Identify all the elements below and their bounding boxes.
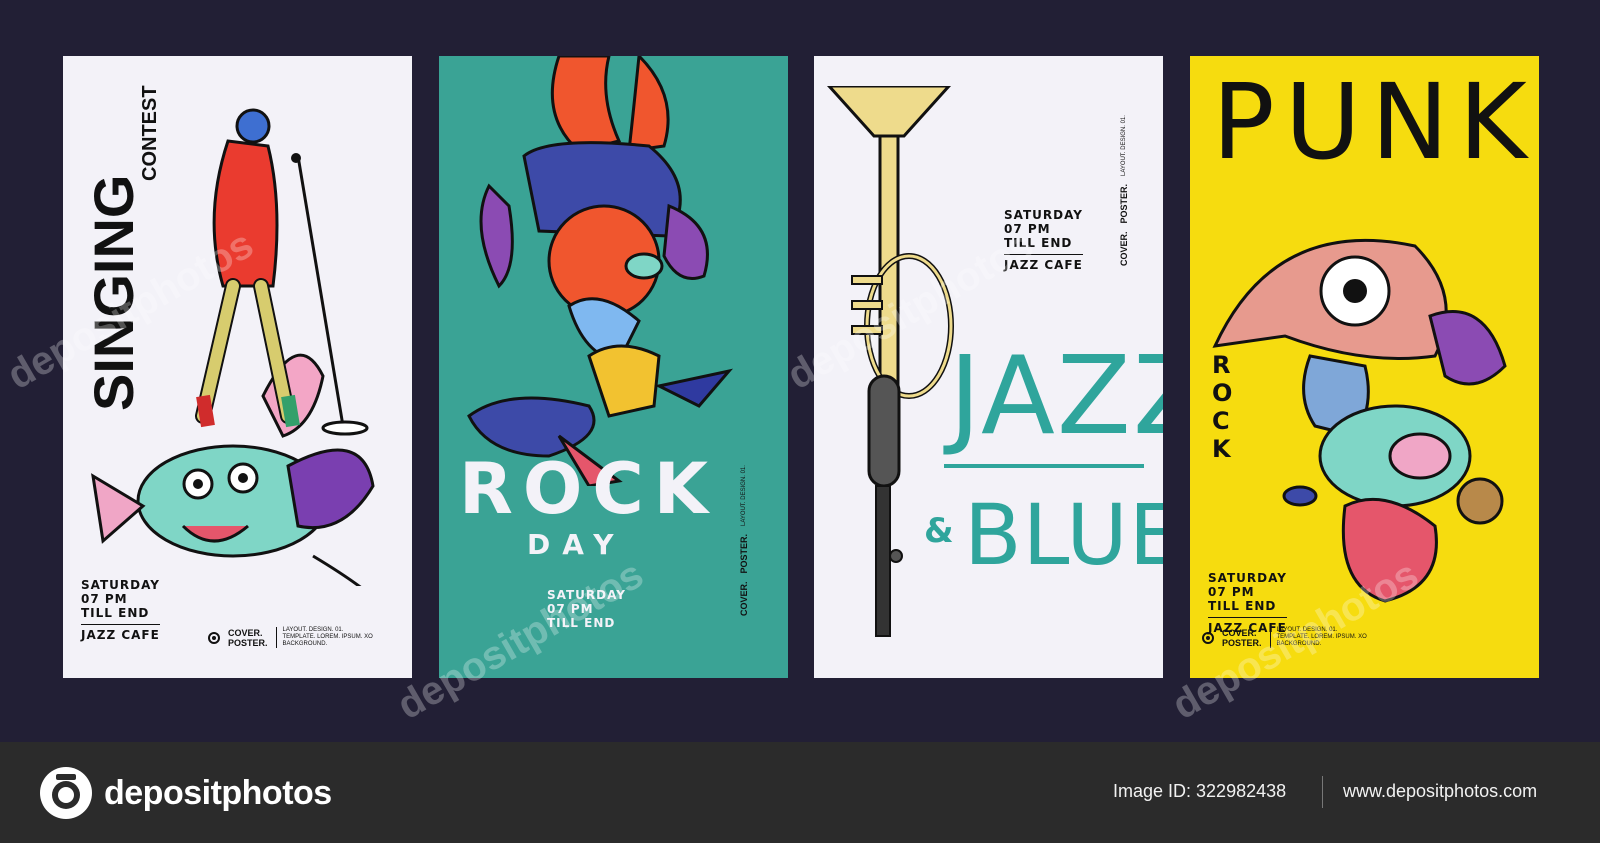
cover-label: COVER. POSTER. <box>228 628 268 648</box>
event-info: SATURDAY 07 PM TILL END JAZZ CAFE <box>1004 208 1083 272</box>
event-line-end: TILL END <box>81 606 150 620</box>
poster-punk-rock: PUNK ROCK SATURDAY 07 PM TILL END JAZZ C… <box>1190 56 1539 678</box>
cover-label: POSTER. <box>1119 183 1129 224</box>
cover-meta: LAYOUT. DESIGN. 01. TEMPLATE. LOREM. IPS… <box>1269 627 1367 648</box>
event-line-venue: JAZZ CAFE <box>81 624 160 642</box>
cover-meta-line: LAYOUT. DESIGN. 01. <box>1121 115 1127 176</box>
event-line-day: SATURDAY <box>1004 208 1083 222</box>
event-line-time: 07 PM <box>1208 585 1255 599</box>
cover-label-line: POSTER. <box>228 637 268 648</box>
cover-label: COVER. POSTER. <box>1222 628 1262 648</box>
cover-meta-line: BACKGROUND. <box>282 641 328 647</box>
cover-meta-line: BACKGROUND. <box>1276 641 1322 647</box>
brand-name: depositphotos <box>104 773 332 812</box>
event-line-day: SATURDAY <box>547 588 626 602</box>
target-icon <box>208 631 220 644</box>
poster-jazz-blues: JAZZ & BLUES SATURDAY 07 PM TILL END JAZ… <box>814 56 1163 678</box>
footer-separator <box>1322 776 1323 808</box>
singer-fish-illustration <box>91 108 375 586</box>
site-link[interactable]: www.depositphotos.com <box>1343 781 1537 802</box>
cover-meta: LAYOUT. DESIGN. 01. TEMPLATE. LOREM. IPS… <box>275 627 373 648</box>
cover-meta-line: TEMPLATE. LOREM. IPSUM. XO <box>1276 634 1367 640</box>
poster-title: JAZZ <box>949 334 1163 459</box>
cover-label: POSTER. <box>739 533 749 574</box>
cover-meta-line: LAYOUT. DESIGN. 01. <box>282 627 344 633</box>
event-line-end: TILL END <box>1208 599 1277 613</box>
cover-meta-line: TEMPLATE. LOREM. IPSUM. XO <box>282 634 373 640</box>
cover-meta-line: LAYOUT. DESIGN. 01. <box>1276 627 1338 633</box>
poster-title-secondary: DAY <box>527 528 626 561</box>
cover-label-line: COVER. <box>228 627 263 638</box>
event-line-end: TILL END <box>1004 236 1073 250</box>
cover-label: COVER. <box>1119 231 1129 266</box>
title-divider <box>944 464 1144 468</box>
event-line-end: TILL END <box>547 616 616 630</box>
poster-singing-contest: SINGING CONTEST SATURDAY 07 PM TILL END … <box>63 56 412 678</box>
ampersand: & <box>924 511 955 551</box>
poster-subtitle: ROCK <box>1212 351 1234 463</box>
image-id: Image ID: 322982438 <box>1113 781 1287 801</box>
poster-title: PUNK <box>1212 61 1537 183</box>
event-line-venue: JAZZ CAFE <box>1004 254 1083 272</box>
event-line-time: 07 PM <box>547 602 594 616</box>
poster-title-secondary: BLUES <box>964 486 1163 584</box>
punk-creature-illustration <box>1212 238 1507 603</box>
poster-stage: SINGING CONTEST SATURDAY 07 PM TILL END … <box>0 0 1600 742</box>
event-line-time: 07 PM <box>1004 222 1051 236</box>
event-info: SATURDAY 07 PM TILL END JAZZ CAFE <box>81 578 160 642</box>
cover-credit: COVER. POSTER. LAYOUT. DESIGN. 01. TEMPL… <box>208 627 373 648</box>
depositphotos-logo[interactable]: depositphotos <box>38 765 332 821</box>
event-info: SATURDAY 07 PM TILL END <box>547 588 626 630</box>
cover-label-line: POSTER. <box>1222 637 1262 648</box>
event-line-day: SATURDAY <box>81 578 160 592</box>
cover-label: COVER. <box>739 581 749 616</box>
camera-icon <box>40 767 92 819</box>
cover-meta-line: LAYOUT. DESIGN. 01. <box>741 465 747 526</box>
cover-credit-vertical: COVER. POSTER. LAYOUT. DESIGN. 01. <box>1119 115 1129 266</box>
event-line-time: 07 PM <box>81 592 128 606</box>
monster-illustration <box>467 56 734 486</box>
event-line-day: SATURDAY <box>1208 571 1287 585</box>
cover-credit: COVER. POSTER. LAYOUT. DESIGN. 01. TEMPL… <box>1202 627 1367 648</box>
target-icon <box>1202 631 1214 644</box>
poster-rock-day: ROCK DAY SATURDAY 07 PM TILL END COVER. … <box>439 56 788 678</box>
cover-label-line: COVER. <box>1222 627 1257 638</box>
event-info: SATURDAY 07 PM TILL END JAZZ CAFE <box>1208 571 1287 635</box>
cover-credit-vertical: COVER. POSTER. LAYOUT. DESIGN. 01. <box>739 465 749 616</box>
poster-title: ROCK <box>459 448 719 530</box>
